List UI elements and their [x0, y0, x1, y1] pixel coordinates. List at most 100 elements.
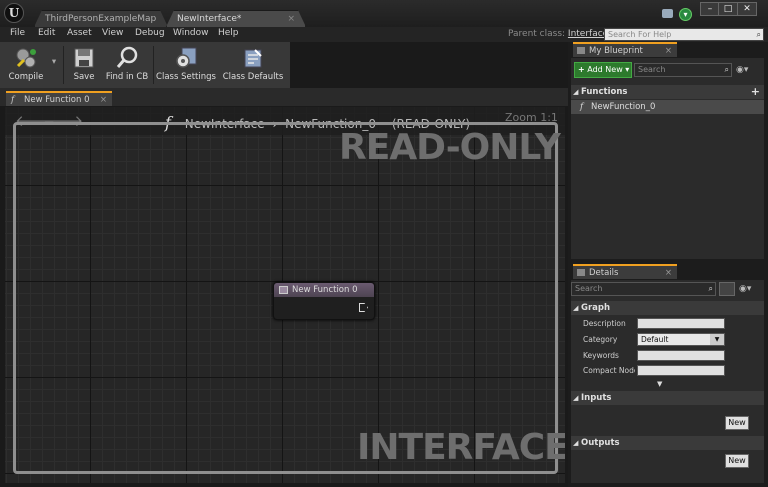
function-icon: f — [11, 95, 15, 105]
chat-icon[interactable] — [662, 9, 673, 18]
eye-icon[interactable]: ◉▾ — [739, 284, 751, 294]
toolbar-separator — [63, 46, 64, 84]
category-label: Category — [583, 335, 618, 344]
close-button[interactable]: ✕ — [737, 2, 757, 16]
toolbar-separator — [153, 46, 154, 84]
class-settings-button[interactable]: Class Settings — [156, 44, 216, 86]
compile-options-dropdown[interactable]: ▾ — [48, 44, 60, 86]
graph-tab-bar: f New Function 0 × — [0, 88, 568, 106]
tab-my-blueprint[interactable]: My Blueprint × — [573, 42, 677, 57]
chevron-down-icon: ▾ — [625, 65, 630, 74]
close-icon[interactable]: × — [100, 93, 107, 108]
search-placeholder: Search — [638, 65, 666, 74]
description-label: Description — [583, 319, 626, 328]
description-field[interactable] — [637, 318, 725, 329]
menu-asset[interactable]: Asset — [67, 28, 92, 38]
menu-edit[interactable]: Edit — [38, 28, 55, 38]
node-title: New Function 0 — [292, 285, 358, 295]
list-item-function[interactable]: f NewFunction_0 — [571, 100, 764, 114]
help-search-placeholder: Search For Help — [608, 30, 672, 39]
keywords-label: Keywords — [583, 351, 619, 360]
tab-new-function[interactable]: f New Function 0 × — [6, 91, 112, 106]
doc-tab-label: ThirdPersonExampleMap — [45, 14, 157, 24]
functions-section-header[interactable]: ◢ Functions + — [571, 85, 764, 99]
collapse-arrow-icon: ◢ — [573, 439, 579, 447]
chevron-down-icon: ▾ — [51, 57, 57, 67]
close-icon[interactable]: × — [665, 266, 672, 281]
menu-file[interactable]: File — [10, 28, 25, 38]
magnifier-icon — [116, 46, 138, 68]
details-label: Details — [589, 268, 619, 278]
my-blueprint-search-input[interactable]: Search ⌕ — [634, 63, 732, 77]
menu-debug[interactable]: Debug — [135, 28, 165, 38]
compile-icon — [16, 48, 36, 68]
class-settings-label: Class Settings — [156, 72, 216, 82]
title-bar: U ThirdPersonExampleMap NewInterface* × … — [0, 0, 768, 27]
search-icon: ⌕ — [708, 284, 713, 293]
tab-details[interactable]: Details × — [573, 264, 677, 279]
parent-class-label: Parent class: — [508, 29, 566, 39]
menu-window[interactable]: Window — [173, 28, 209, 38]
my-blueprint-panel: + Add New ▾ Search ⌕ ◉▾ ◢ Functions + f … — [571, 58, 764, 259]
maximize-button[interactable]: □ — [718, 2, 738, 16]
graph-tab-label: New Function 0 — [24, 95, 90, 105]
menu-help[interactable]: Help — [218, 28, 239, 38]
compile-button[interactable]: Compile — [4, 44, 48, 86]
functions-header: Functions — [581, 87, 628, 97]
plus-icon: + — [578, 65, 585, 74]
collapse-arrow-icon: ◢ — [573, 394, 579, 402]
outputs-section-header[interactable]: ◢ Outputs — [571, 436, 764, 450]
property-matrix-button[interactable] — [719, 282, 735, 296]
search-icon: ⌕ — [756, 30, 761, 39]
unreal-logo-icon[interactable]: U — [4, 3, 24, 23]
find-in-cb-button[interactable]: Find in CB — [103, 44, 151, 86]
class-defaults-button[interactable]: Class Defaults — [222, 44, 284, 86]
graph-canvas[interactable]: 🡐 🡒 f NewInterface › NewFunction_0 (READ… — [5, 107, 565, 483]
inputs-header: Inputs — [581, 393, 612, 403]
toolbar: Compile ▾ Save Find in CB Class Settings — [0, 42, 290, 88]
source-control-icon[interactable]: ▾ — [679, 8, 692, 21]
details-panel: Search ⌕ ◉▾ ◢ Graph Description Category… — [571, 280, 764, 483]
checklist-icon — [244, 49, 262, 68]
close-icon[interactable]: × — [665, 44, 672, 59]
help-search-input[interactable]: Search For Help ⌕ — [604, 28, 764, 41]
chevron-down-icon: ▼ — [710, 334, 724, 345]
search-icon: ⌕ — [724, 65, 729, 74]
read-only-watermark: READ-ONLY — [339, 127, 561, 168]
exec-pin-icon[interactable] — [359, 303, 368, 312]
graph-section-header[interactable]: ◢ Graph — [571, 301, 764, 315]
function-label: NewFunction_0 — [591, 102, 656, 112]
collapse-arrow-icon: ◢ — [573, 88, 579, 96]
new-output-button[interactable]: New — [725, 454, 749, 468]
search-placeholder: Search — [575, 284, 603, 293]
graph-header: Graph — [581, 303, 611, 313]
add-function-icon[interactable]: + — [751, 85, 760, 99]
add-new-label: Add New — [587, 65, 623, 74]
doc-tab-interface[interactable]: NewInterface* × — [166, 10, 306, 27]
add-new-button[interactable]: + Add New ▾ — [574, 62, 632, 78]
parent-class-link[interactable]: Interface — [568, 29, 608, 39]
details-search-input[interactable]: Search ⌕ — [571, 282, 716, 296]
expand-advanced-icon[interactable]: ▼ — [657, 380, 662, 388]
blueprint-icon — [577, 47, 585, 54]
keywords-field[interactable] — [637, 350, 725, 361]
function-entry-node[interactable]: New Function 0 — [273, 282, 375, 320]
compact-node-field[interactable] — [637, 365, 725, 376]
save-label: Save — [73, 72, 95, 82]
compile-label: Compile — [8, 72, 44, 82]
interface-watermark: INTERFACE — [357, 427, 565, 468]
menu-view[interactable]: View — [102, 28, 123, 38]
save-button[interactable]: Save — [66, 44, 102, 86]
close-icon[interactable]: × — [287, 11, 295, 28]
minimize-button[interactable]: – — [700, 2, 720, 16]
new-input-button[interactable]: New — [725, 416, 749, 430]
outputs-header: Outputs — [581, 438, 620, 448]
gear-icon — [176, 47, 197, 68]
node-header: New Function 0 — [274, 283, 374, 297]
doc-tab-map[interactable]: ThirdPersonExampleMap — [34, 10, 168, 27]
collapse-arrow-icon: ◢ — [573, 304, 579, 312]
eye-icon[interactable]: ◉▾ — [736, 65, 748, 75]
inputs-section-header[interactable]: ◢ Inputs — [571, 391, 764, 405]
category-select[interactable]: Default ▼ — [637, 333, 725, 346]
function-icon: f — [580, 102, 584, 112]
